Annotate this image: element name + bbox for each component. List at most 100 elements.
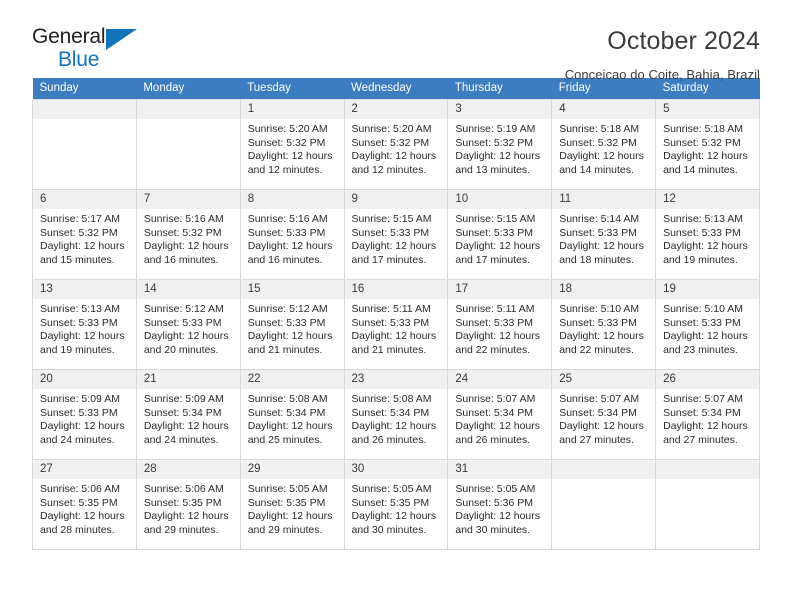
day-detail-line: and 24 minutes.: [40, 433, 115, 446]
calendar-day-cell[interactable]: 10 Sunrise: 5:15 AM Sunset: 5:33 PM Dayligh…: [447, 189, 553, 280]
day-detail-line: and 29 minutes.: [247, 523, 323, 536]
day-detail-line: and 16 minutes.: [247, 253, 323, 266]
day-detail-line: and 25 minutes.: [247, 433, 323, 446]
calendar-day-cell[interactable]: 1 Sunrise: 5:20 AM Sunset: 5:32 PM Daylight…: [239, 99, 345, 190]
calendar-day-cell[interactable]: 3 Sunrise: 5:19 AM Sunset: 5:32 PM Daylight…: [447, 99, 553, 190]
calendar-day-cell[interactable]: 22 Sunrise: 5:08 AM Sunset: 5:34 PM Dayligh…: [239, 369, 345, 460]
calendar-day-cell[interactable]: 23 Sunrise: 5:08 AM Sunset: 5:34 PM Dayligh…: [343, 369, 449, 460]
day-detail-line: and 27 minutes.: [663, 433, 738, 446]
day-detail-line: Sunrise: 5:10 AM: [559, 303, 640, 315]
day-detail-line: Sunrise: 5:06 AM: [143, 483, 224, 495]
calendar-day-cell[interactable]: 25 Sunrise: 5:07 AM Sunset: 5:34 PM Dayligh…: [551, 369, 657, 460]
calendar-day-cell[interactable]: 11 Sunrise: 5:14 AM Sunset: 5:33 PM Dayligh…: [551, 189, 657, 280]
day-detail-line: Daylight: 12 hours: [559, 420, 644, 433]
day-detail-line: Sunrise: 5:12 AM: [247, 303, 328, 315]
weekday-header-wednesday: Wednesday: [344, 78, 448, 100]
calendar-day-cell[interactable]: 16 Sunrise: 5:11 AM Sunset: 5:33 PM Dayligh…: [343, 279, 449, 370]
calendar-day-cell[interactable]: 8 Sunrise: 5:16 AM Sunset: 5:33 PM Daylight…: [239, 189, 345, 280]
calendar-week-row: 6 Sunrise: 5:17 AM Sunset: 5:32 PM Daylight…: [32, 189, 760, 280]
day-detail-line: Sunrise: 5:08 AM: [351, 393, 432, 405]
day-detail-line: and 12 minutes.: [247, 163, 323, 176]
day-number: 24: [448, 370, 552, 389]
weekday-header-monday: Monday: [136, 78, 241, 100]
day-number: 2: [344, 100, 448, 119]
calendar-week-row: 1 Sunrise: 5:20 AM Sunset: 5:32 PM Daylight…: [32, 99, 760, 190]
day-number: [136, 100, 240, 119]
day-detail-line: Sunset: 5:32 PM: [143, 226, 222, 239]
calendar-day-cell[interactable]: 9 Sunrise: 5:15 AM Sunset: 5:33 PM Daylight…: [343, 189, 449, 280]
day-details: Sunrise: 5:06 AM Sunset: 5:35 PM Daylight:…: [33, 479, 136, 537]
calendar-day-cell[interactable]: 30 Sunrise: 5:05 AM Sunset: 5:35 PM Dayligh…: [343, 459, 449, 550]
day-details: Sunrise: 5:12 AM Sunset: 5:33 PM Daylight:…: [137, 299, 240, 357]
calendar-day-cell[interactable]: 4 Sunrise: 5:18 AM Sunset: 5:32 PM Daylight…: [551, 99, 657, 190]
day-number: 13: [33, 280, 136, 299]
day-number: [656, 460, 759, 479]
calendar-day-cell[interactable]: 19 Sunrise: 5:10 AM Sunset: 5:33 PM Dayligh…: [655, 279, 760, 370]
calendar-day-cell[interactable]: 15 Sunrise: 5:12 AM Sunset: 5:33 PM Dayligh…: [239, 279, 345, 370]
day-number: [552, 460, 656, 479]
day-detail-line: Daylight: 12 hours: [351, 330, 437, 343]
day-number: [33, 100, 136, 119]
day-number: 28: [136, 460, 240, 479]
sunrise-sunset-calendar: Sunday Monday Tuesday Wednesday Thursday…: [32, 78, 760, 550]
calendar-day-cell[interactable]: 5 Sunrise: 5:18 AM Sunset: 5:32 PM Daylight…: [655, 99, 760, 190]
day-detail-line: Sunset: 5:33 PM: [559, 316, 637, 329]
calendar-day-cell[interactable]: 28 Sunrise: 5:06 AM Sunset: 5:35 PM Dayligh…: [135, 459, 241, 550]
day-detail-line: Sunrise: 5:09 AM: [143, 393, 224, 405]
day-detail-line: Sunset: 5:35 PM: [247, 496, 326, 509]
day-number: 1: [240, 100, 344, 119]
calendar-day-cell[interactable]: 6 Sunrise: 5:17 AM Sunset: 5:32 PM Daylight…: [32, 189, 137, 280]
calendar-day-cell[interactable]: 17 Sunrise: 5:11 AM Sunset: 5:33 PM Dayligh…: [447, 279, 553, 370]
day-detail-line: Sunrise: 5:11 AM: [351, 303, 431, 315]
day-detail-line: and 15 minutes.: [40, 253, 115, 266]
calendar-day-cell[interactable]: 21 Sunrise: 5:09 AM Sunset: 5:34 PM Dayligh…: [135, 369, 241, 460]
calendar-day-cell[interactable]: 14 Sunrise: 5:12 AM Sunset: 5:33 PM Dayligh…: [135, 279, 241, 370]
calendar-day-cell[interactable]: 18 Sunrise: 5:10 AM Sunset: 5:33 PM Dayligh…: [551, 279, 657, 370]
day-detail-line: Daylight: 12 hours: [455, 150, 541, 163]
calendar-day-cell[interactable]: 26 Sunrise: 5:07 AM Sunset: 5:34 PM Dayligh…: [655, 369, 760, 460]
day-number: 27: [33, 460, 136, 479]
day-detail-line: Sunset: 5:34 PM: [559, 406, 637, 419]
calendar-day-cell[interactable]: 20 Sunrise: 5:09 AM Sunset: 5:33 PM Dayligh…: [32, 369, 137, 460]
day-detail-line: and 30 minutes.: [351, 523, 427, 536]
calendar-day-cell[interactable]: 2 Sunrise: 5:20 AM Sunset: 5:32 PM Daylight…: [343, 99, 449, 190]
calendar-day-cell[interactable]: 31 Sunrise: 5:05 AM Sunset: 5:36 PM Dayligh…: [447, 459, 553, 550]
page-header: General Blue October 2024 Conceicao do C…: [32, 0, 760, 82]
calendar-day-cell[interactable]: 13 Sunrise: 5:13 AM Sunset: 5:33 PM Dayligh…: [32, 279, 137, 370]
day-details: Sunrise: 5:15 AM Sunset: 5:33 PM Daylight:…: [345, 209, 448, 267]
day-detail-line: Sunrise: 5:12 AM: [143, 303, 224, 315]
day-detail-line: and 19 minutes.: [40, 343, 115, 356]
day-details: Sunrise: 5:08 AM Sunset: 5:34 PM Daylight:…: [241, 389, 344, 447]
day-details: Sunrise: 5:20 AM Sunset: 5:32 PM Daylight:…: [241, 119, 344, 177]
day-detail-line: and 16 minutes.: [143, 253, 219, 266]
generalblue-logo[interactable]: General Blue: [32, 26, 144, 74]
day-detail-line: Sunset: 5:33 PM: [455, 316, 534, 329]
day-details: Sunrise: 5:19 AM Sunset: 5:32 PM Daylight:…: [448, 119, 551, 177]
day-detail-line: Sunset: 5:33 PM: [663, 226, 741, 239]
day-detail-line: Sunset: 5:35 PM: [143, 496, 222, 509]
day-number: 22: [240, 370, 344, 389]
day-detail-line: Sunset: 5:35 PM: [351, 496, 430, 509]
day-detail-line: and 18 minutes.: [559, 253, 634, 266]
day-detail-line: Sunset: 5:33 PM: [351, 316, 430, 329]
calendar-day-cell[interactable]: 7 Sunrise: 5:16 AM Sunset: 5:32 PM Daylight…: [135, 189, 241, 280]
calendar-day-cell[interactable]: 12 Sunrise: 5:13 AM Sunset: 5:33 PM Dayligh…: [655, 189, 760, 280]
day-number: 21: [136, 370, 240, 389]
day-details: Sunrise: 5:10 AM Sunset: 5:33 PM Daylight:…: [552, 299, 655, 357]
day-detail-line: Sunrise: 5:18 AM: [663, 123, 744, 135]
day-detail-line: Daylight: 12 hours: [663, 420, 748, 433]
day-detail-line: Sunrise: 5:13 AM: [663, 213, 744, 225]
calendar-day-cell[interactable]: 29 Sunrise: 5:05 AM Sunset: 5:35 PM Dayligh…: [239, 459, 345, 550]
day-detail-line: Sunset: 5:33 PM: [559, 226, 637, 239]
day-detail-line: Sunrise: 5:20 AM: [351, 123, 432, 135]
day-detail-line: and 22 minutes.: [455, 343, 531, 356]
day-detail-line: and 24 minutes.: [143, 433, 219, 446]
calendar-day-cell[interactable]: 27 Sunrise: 5:06 AM Sunset: 5:35 PM Dayligh…: [32, 459, 137, 550]
day-detail-line: Sunset: 5:34 PM: [351, 406, 430, 419]
day-number: 4: [552, 100, 656, 119]
day-number: 9: [344, 190, 448, 209]
calendar-day-cell[interactable]: 24 Sunrise: 5:07 AM Sunset: 5:34 PM Dayligh…: [447, 369, 553, 460]
day-detail-line: Sunrise: 5:06 AM: [40, 483, 120, 495]
day-number: 16: [344, 280, 448, 299]
day-number: 15: [240, 280, 344, 299]
